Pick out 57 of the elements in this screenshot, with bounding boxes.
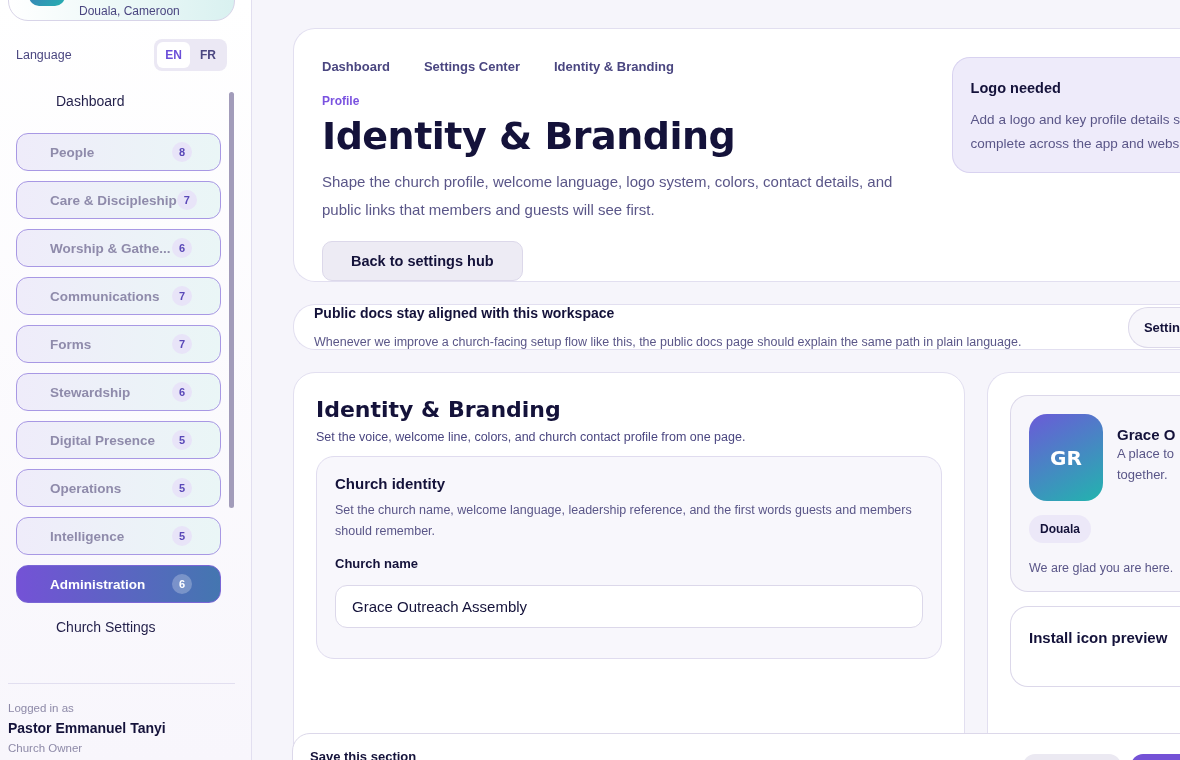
panel-text: Set the church name, welcome language, leadership reference, and the first words guests and members should remember.: [335, 502, 913, 540]
page-description: Shape the church profile, welcome language, logo system, colors, contact details, and public links that members and guests will see first.: [322, 172, 894, 220]
nav-group[interactable]: Administration 6: [16, 565, 221, 603]
field-label: Church name: [335, 556, 420, 571]
login-caption: Logged in as: [8, 702, 75, 714]
nav-label: Communications: [50, 288, 160, 304]
count-badge: 6: [172, 574, 192, 594]
back-button[interactable]: Back to settings hub: [322, 241, 523, 281]
notice-text: complete across the app and webs: [970, 135, 1180, 153]
tagline-text: A place to: [1117, 445, 1176, 463]
count-badge: 8: [172, 142, 192, 162]
count-badge: 7: [176, 190, 197, 210]
count-badge: 5: [172, 478, 192, 498]
nav-label: People: [50, 144, 95, 160]
docs-title: Public docs stay aligned with this workspace: [314, 305, 616, 321]
panel-title: Church identity: [335, 475, 446, 492]
nav-label: Administration: [50, 576, 146, 592]
count-badge: 6: [172, 238, 192, 258]
count-badge: 7: [172, 286, 192, 306]
city-tag: Douala: [1029, 515, 1091, 543]
count-badge: 5: [172, 526, 192, 546]
nav-label: Worship & Gathe...: [50, 240, 171, 256]
settings-button[interactable]: Settin: [1127, 306, 1180, 348]
docs-text: Whenever we improve a church-facing setup flow like this, the public docs page should explain the same path in plain language.: [314, 335, 1023, 349]
install-title: Install icon preview: [1029, 629, 1169, 646]
language-option[interactable]: FR: [192, 42, 224, 68]
page-title: Identity & Branding: [322, 114, 737, 158]
language-option[interactable]: EN: [157, 42, 190, 68]
nav-label: Digital Presence: [50, 432, 156, 448]
breadcrumb-link[interactable]: Identity & Branding: [554, 59, 674, 74]
nav-label: Intelligence: [50, 528, 125, 544]
count-badge: 7: [172, 334, 192, 354]
breadcrumb-link[interactable]: Settings Center: [423, 59, 520, 74]
church-avatar: GR: [1029, 414, 1103, 501]
user-role: Church Owner: [8, 742, 84, 754]
section-title: Identity & Branding: [316, 397, 562, 422]
church-name-field[interactable]: Grace Outreach Assembly: [335, 585, 923, 628]
welcome-text: We are glad you are here.: [1029, 561, 1175, 575]
nav-link[interactable]: Dashboard: [16, 87, 221, 115]
notice-text: Add a logo and key profile details s: [970, 111, 1180, 129]
notice-title: Logo needed: [970, 80, 1062, 96]
nav-label: Forms: [50, 336, 92, 352]
language-label: Language: [16, 48, 72, 62]
church-location: Douala, Cameroon: [79, 4, 180, 18]
eyebrow-label: Profile: [322, 94, 361, 108]
nav-label: Operations: [50, 480, 122, 496]
section-subtitle: Set the voice, welcome line, colors, and church contact profile from one page.: [316, 430, 747, 444]
user-name: Pastor Emmanuel Tanyi: [8, 720, 167, 736]
breadcrumb-link[interactable]: Dashboard: [322, 59, 390, 74]
tagline-text: together.: [1117, 466, 1169, 484]
count-badge: 6: [172, 382, 192, 402]
church-name: Grace O: [1117, 426, 1176, 443]
nav-label: Stewardship: [50, 384, 131, 400]
nav-link[interactable]: Church Settings: [16, 613, 221, 641]
count-badge: 5: [172, 430, 192, 450]
scrollbar[interactable]: [229, 92, 234, 508]
nav-label: Care & Discipleship: [50, 192, 177, 208]
